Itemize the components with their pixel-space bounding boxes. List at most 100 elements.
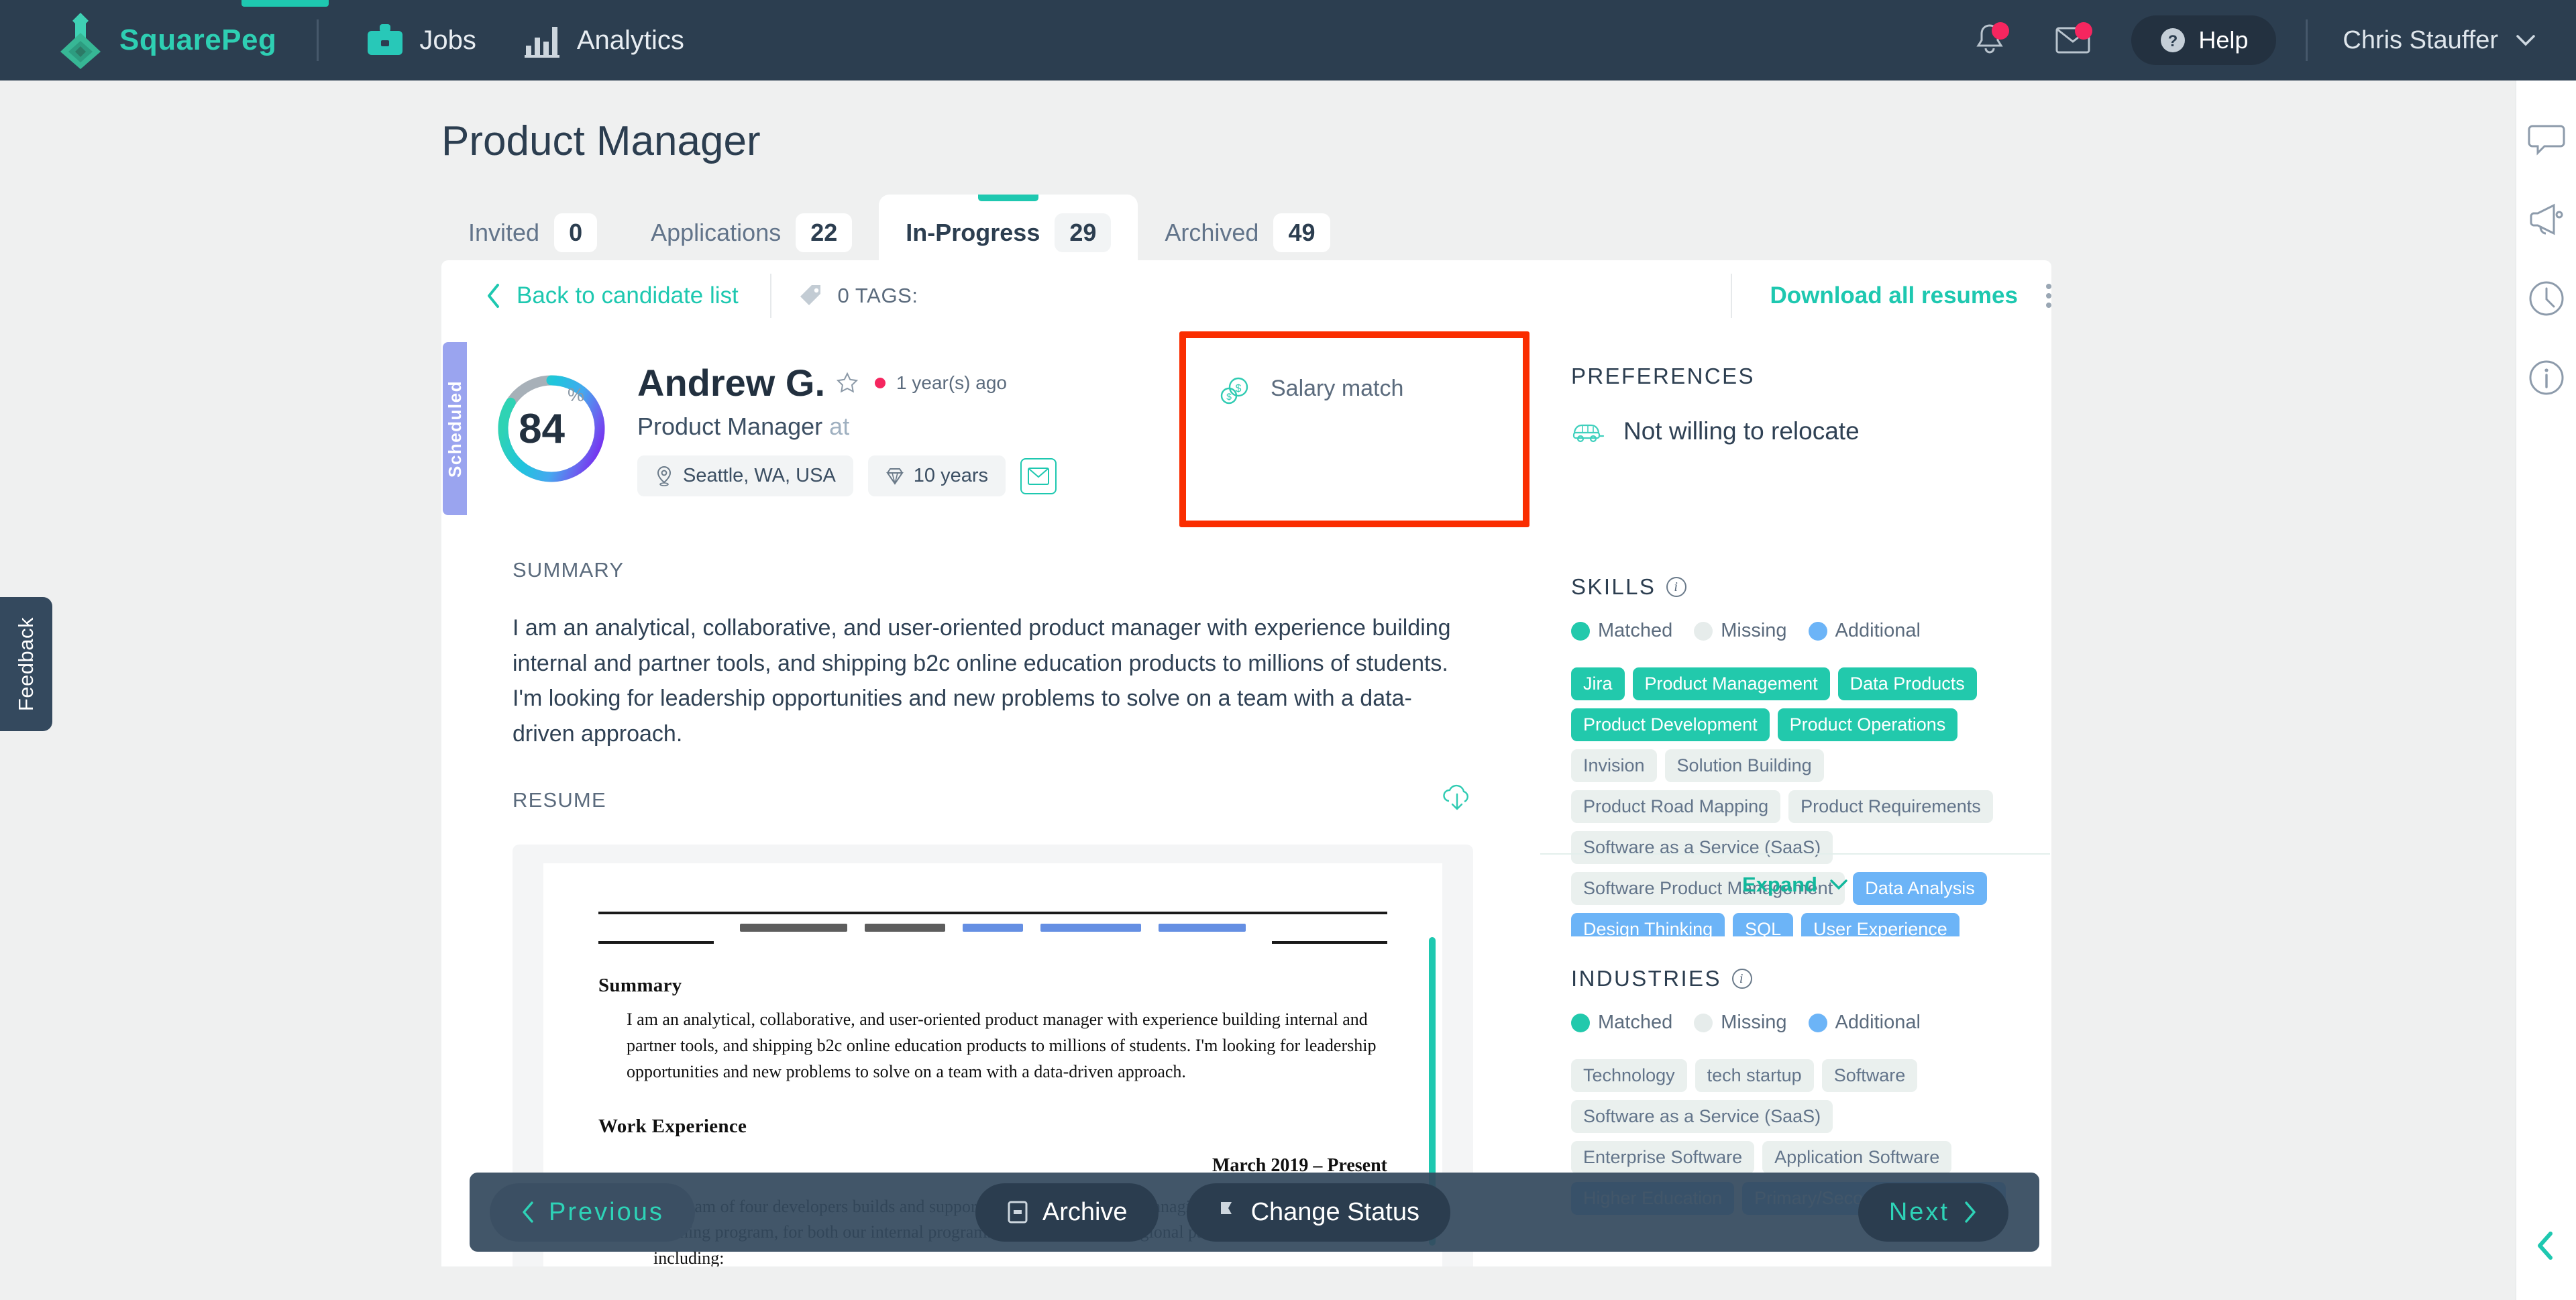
chevron-left-icon [2537,1232,2553,1260]
rail-collapse-button[interactable] [2533,1230,2560,1265]
messages-button[interactable] [2048,15,2098,65]
tab-in-progress-label: In-Progress [906,219,1040,246]
nav-label-analytics: Analytics [576,25,684,55]
candidate-role-row: Product Manager at [637,413,1057,441]
email-candidate-button[interactable] [1020,457,1057,494]
tag-missing[interactable]: Technology [1571,1059,1687,1092]
legend-missing: Missing [1694,1012,1787,1034]
svg-text:$: $ [1226,391,1232,402]
tag-matched[interactable]: Product Management [1632,667,1830,700]
tab-archived[interactable]: Archived 49 [1138,195,1356,271]
chat-bubble-icon[interactable] [2527,121,2566,160]
industries-title-text: INDUSTRIES [1571,966,1721,991]
legend-additional: Additional [1808,620,1921,642]
tag-missing[interactable]: Application Software [1762,1141,1952,1174]
legend-dot-missing [1694,1013,1713,1032]
nav-item-analytics[interactable]: Analytics [523,21,684,60]
help-button[interactable]: ? Help [2131,15,2277,65]
star-icon[interactable] [836,372,859,394]
tag-missing[interactable]: Enterprise Software [1571,1141,1755,1174]
summary-card: SUMMARY I am an analytical, collaborativ… [472,527,1513,747]
nav-item-jobs[interactable]: Jobs [366,21,476,60]
nav-divider [317,19,319,61]
tag-missing[interactable]: tech startup [1695,1059,1814,1092]
previous-label: Previous [549,1197,664,1226]
next-candidate-button[interactable]: Next [1858,1183,2008,1242]
skills-title-text: SKILLS [1571,574,1656,599]
redacted-block [740,924,847,932]
tag-matched[interactable]: Jira [1571,667,1625,700]
kebab-dot [2046,293,2051,299]
candidate-experience-chip: 10 years [867,455,1006,496]
diamond-icon [885,468,904,485]
doc-work-heading: Work Experience [598,1116,747,1137]
tags-label: 0 TAGS: [837,284,918,307]
tag-matched[interactable]: Product Operations [1777,708,1958,741]
user-menu[interactable]: Chris Stauffer [2343,26,2536,55]
doc-rule-left [598,941,714,944]
salary-match-card[interactable]: $ $ Salary match [1182,334,1527,525]
tab-in-progress-count: 29 [1055,213,1112,252]
legend-missing: Missing [1694,620,1787,642]
question-circle-icon: ? [2161,28,2186,52]
legend-label-additional: Additional [1835,1012,1921,1033]
resume-header: RESUME [513,783,1473,816]
info-icon[interactable]: i [1731,969,1752,989]
info-icon[interactable]: i [1666,577,1687,597]
tag-missing[interactable]: Software [1821,1059,1918,1092]
tab-in-progress[interactable]: In-Progress 29 [879,195,1138,271]
legend-additional: Additional [1808,1012,1921,1034]
envelope-icon [1028,467,1050,485]
back-to-candidate-list-button[interactable]: Back to candidate list [486,282,739,309]
archive-button[interactable]: Archive [975,1183,1159,1242]
candidate-status-tabs: Invited 0 Applications 22 In-Progress 29… [441,195,1357,271]
info-circle-icon[interactable] [2527,358,2566,397]
tab-archived-count: 49 [1273,213,1330,252]
feedback-label: Feedback [14,616,38,712]
brand-logo-link[interactable]: SquarePeg [54,10,276,70]
candidate-toolbar: Back to candidate list 0 TAGS: Download … [441,260,2051,331]
tag-missing[interactable]: Invision [1571,749,1657,782]
legend-label-matched: Matched [1598,1012,1673,1033]
change-status-button[interactable]: Change Status [1186,1183,1450,1242]
user-name: Chris Stauffer [2343,25,2498,54]
clock-icon[interactable] [2527,279,2566,318]
location-pin-icon [657,466,672,486]
recent-activity-dot [875,377,886,388]
tag-missing[interactable]: Solution Building [1664,749,1824,782]
skills-expand-button[interactable]: Expand [1540,853,2050,915]
tab-applications[interactable]: Applications 22 [624,195,879,271]
tab-applications-count: 22 [796,213,853,252]
candidate-location: Seattle, WA, USA [683,465,836,486]
salary-match-label: Salary match [1271,376,1404,401]
skills-panel: SKILLS i Matched Missing Additional Jira… [1540,545,2050,1028]
chevron-down-icon [1830,879,1847,890]
notifications-button[interactable] [1965,15,2015,65]
car-icon [1572,424,1605,443]
download-all-resumes-button[interactable]: Download all resumes [1770,282,2018,309]
tag-matched[interactable]: Product Development [1571,708,1770,741]
preferences-relocation: Not willing to relocate [1623,417,1860,445]
tag-missing[interactable]: Software as a Service (SaaS) [1571,1100,1833,1133]
nav-label-jobs: Jobs [419,25,476,55]
legend-label-matched: Matched [1598,620,1673,641]
summary-title: SUMMARY [513,558,625,582]
tab-invited[interactable]: Invited 0 [441,195,624,271]
legend-dot-missing [1694,621,1713,641]
tags-area[interactable]: 0 TAGS: [771,283,1731,309]
legend-dot-additional [1808,621,1827,641]
chevron-left-icon [523,1201,533,1223]
resume-download-button[interactable] [1441,783,1473,816]
tag-missing[interactable]: Product Road Mapping [1571,790,1781,823]
tag-matched[interactable]: Data Products [1837,667,1977,700]
more-options-button[interactable] [2046,284,2051,308]
skills-title: SKILLS i [1571,574,2019,600]
feedback-tab[interactable]: Feedback [0,597,52,731]
previous-candidate-button[interactable]: Previous [490,1183,695,1242]
tab-archived-label: Archived [1165,219,1259,246]
tag-missing[interactable]: Product Requirements [1788,790,1993,823]
candidate-info: Andrew G. 1 year(s) ago Product Manager … [637,361,1057,496]
top-navigation-bar: SquarePeg Jobs Analytics ? Help Chris St… [0,0,2576,80]
megaphone-icon[interactable] [2527,200,2566,239]
candidate-name-row: Andrew G. 1 year(s) ago [637,361,1057,404]
